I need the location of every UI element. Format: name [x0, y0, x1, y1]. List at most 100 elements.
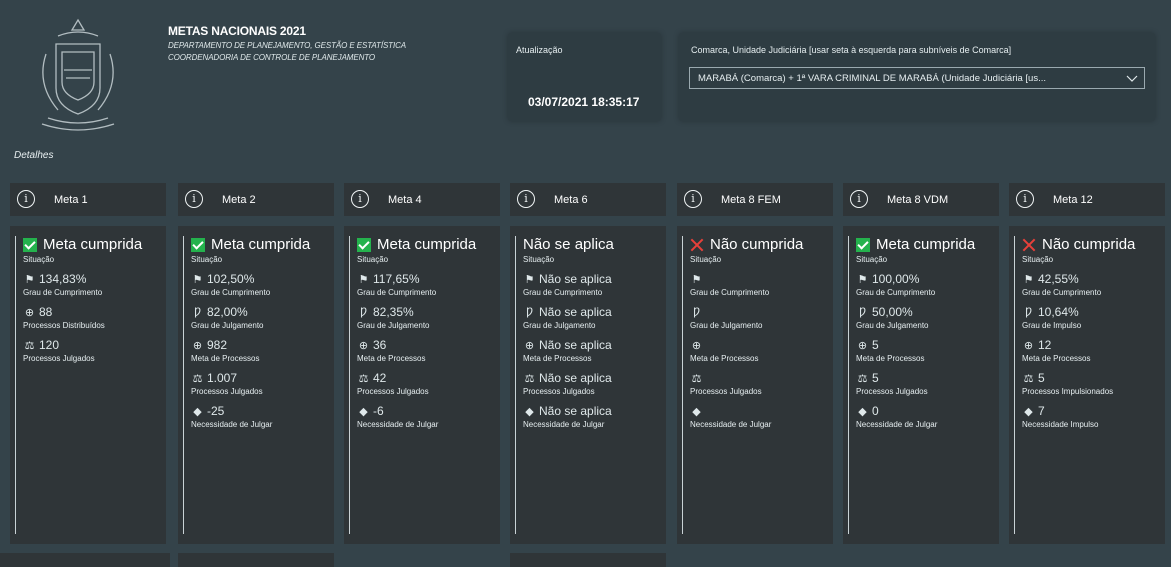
details-link[interactable]: Detalhes [14, 150, 53, 161]
gavel-icon: ⚖ [691, 372, 702, 385]
card-content: Meta cumprida Situação ⚑ 117,65% Grau de Cum… [349, 236, 496, 534]
kpi-value-row: Ƿ 50,00% [856, 304, 995, 320]
meta-card-1: Meta cumprida Situação ⚑ 102,50% Grau de Cum… [178, 226, 334, 544]
kpi-item: ⚖ Processos Julgados [690, 370, 829, 397]
kpi-label: Grau de Julgamento [523, 321, 596, 330]
kpi-item: ⚖ Não se aplica Processos Julgados [523, 370, 662, 396]
meta-card-6: Não cumprida Situação ⚑ 42,55% Grau de Cumpr… [1009, 226, 1165, 544]
dropdown-selected-value: MARABÁ (Comarca) + 1ª VARA CRIMINAL DE M… [698, 73, 1046, 84]
kpi-value-row: Ƿ Não se aplica [523, 304, 662, 320]
situation-label: Situação [523, 255, 555, 264]
kpi-value-row: Ƿ 10,64% [1022, 304, 1161, 320]
meta-header-0[interactable]: i Meta 1 [10, 183, 166, 216]
kpi-value: 100,00% [872, 272, 920, 286]
kpi-value-row: ⊕ [690, 337, 829, 353]
diamond-icon: ◆ [525, 405, 534, 418]
kpi-item: ⚖ 42 Processos Julgados [357, 370, 496, 396]
kpi-label: Grau de Cumprimento [23, 288, 103, 297]
kpi-value: 117,65% [373, 272, 420, 286]
kpi-value-row: ⚑ 134,83% [23, 271, 162, 287]
situation-label: Situação [191, 255, 223, 264]
kpi-label: Grau de Julgamento [690, 321, 763, 330]
meta-header-4[interactable]: i Meta 8 FEM [677, 183, 833, 216]
info-icon[interactable]: i [850, 190, 868, 208]
globe-icon: ⊕ [857, 339, 868, 352]
meta-header-5[interactable]: i Meta 8 VDM [843, 183, 999, 216]
meta-title: Meta 12 [1053, 194, 1093, 206]
meta-header-1[interactable]: i Meta 2 [178, 183, 334, 216]
kpi-value-row: ⚖ 5 [856, 370, 995, 386]
p-icon: Ƿ [360, 306, 367, 318]
info-icon[interactable]: i [17, 190, 35, 208]
kpi-value: 82,35% [373, 305, 414, 319]
kpi-value: 42 [373, 371, 387, 385]
kpi-label: Meta de Processos [1022, 354, 1091, 363]
kpi-item: ⚖ 5 Processos Impulsionados [1022, 370, 1161, 396]
info-icon[interactable]: i [1016, 190, 1034, 208]
chevron-down-icon[interactable] [1126, 72, 1138, 84]
kpi-item: Ƿ 82,35% Grau de Julgamento [357, 304, 496, 330]
kpi-value-row: ⊕ 982 [191, 337, 330, 353]
kpi-label: Grau de Cumprimento [690, 288, 770, 297]
kpi-value: Não se aplica [539, 338, 612, 352]
p-icon: Ƿ [194, 306, 201, 318]
kpi-item: ⚑ 134,83% Grau de Cumprimento [23, 271, 162, 297]
kpi-label: Grau de Cumprimento [523, 288, 603, 297]
info-icon[interactable]: i [351, 190, 369, 208]
flag-icon: ⚑ [691, 273, 702, 286]
update-timestamp: 03/07/2021 18:35:17 [528, 95, 640, 109]
situation-value: Não cumprida [1022, 236, 1161, 253]
kpi-value-row: ⊕ 12 [1022, 337, 1161, 353]
kpi-label: Grau de Cumprimento [856, 288, 936, 297]
info-icon[interactable]: i [517, 190, 535, 208]
kpi-label: Processos Julgados [23, 354, 95, 363]
card-content: Meta cumprida Situação ⚑ 100,00% Grau de Cum… [848, 236, 995, 534]
info-icon[interactable]: i [185, 190, 203, 208]
kpi-item: Ƿ 82,00% Grau de Julgamento [191, 304, 330, 330]
title-block: METAS NACIONAIS 2021 DEPARTAMENTO DE PLA… [168, 24, 406, 62]
kpi-item: Ƿ Não se aplica Grau de Julgamento [523, 304, 662, 330]
kpi-label: Necessidade de Julgar [856, 420, 938, 429]
gavel-icon: ⚖ [524, 372, 535, 385]
meta-card-2: Meta cumprida Situação ⚑ 117,65% Grau de Cum… [344, 226, 500, 544]
kpi-value: 42,55% [1038, 272, 1079, 286]
meta-header-3[interactable]: i Meta 6 [510, 183, 666, 216]
kpi-value: 10,64% [1038, 305, 1079, 319]
gavel-icon: ⚖ [1023, 372, 1034, 385]
cross-icon [1022, 238, 1036, 252]
kpi-item: ⊕ 12 Meta de Processos [1022, 337, 1161, 363]
kpi-item: ⊕ Meta de Processos [690, 337, 829, 364]
coordination-subtitle: COORDENADORIA DE CONTROLE DE PLANEJAMENT… [168, 53, 376, 62]
flag-icon: ⚑ [24, 273, 35, 286]
kpi-label: Processos Julgados [191, 387, 263, 396]
kpi-label: Necessidade de Julgar [191, 420, 273, 429]
kpi-value-row: ⚑ 117,65% [357, 271, 496, 287]
kpi-label: Grau de Impulso [1022, 321, 1082, 330]
kpi-value-row: ⊕ Não se aplica [523, 337, 662, 353]
meta-header-2[interactable]: i Meta 4 [344, 183, 500, 216]
card-content: Não cumprida Situação ⚑ Grau de Cumprimento… [682, 236, 829, 534]
meta-header-6[interactable]: i Meta 12 [1009, 183, 1165, 216]
kpi-value-row: ⚖ [690, 370, 829, 386]
update-label: Atualização [516, 45, 563, 55]
card-stub [0, 553, 170, 567]
p-icon: Ƿ [693, 306, 700, 318]
cross-icon [690, 238, 704, 252]
kpi-value-row: ⚖ 120 [23, 337, 162, 353]
comarca-dropdown[interactable]: MARABÁ (Comarca) + 1ª VARA CRIMINAL DE M… [689, 67, 1145, 89]
info-icon[interactable]: i [684, 190, 702, 208]
kpi-item: ⊕ Não se aplica Meta de Processos [523, 337, 662, 363]
kpi-item: ⚑ 117,65% Grau de Cumprimento [357, 271, 496, 297]
meta-title: Meta 6 [554, 194, 588, 206]
kpi-item: ⚖ 5 Processos Julgados [856, 370, 995, 396]
situation-label: Situação [23, 255, 55, 264]
kpi-value: Não se aplica [539, 404, 612, 418]
p-icon: Ƿ [1025, 306, 1032, 318]
kpi-item: Ƿ 50,00% Grau de Julgamento [856, 304, 995, 330]
kpi-label: Processos Julgados [690, 387, 762, 396]
meta-card-3: Não se aplica Situação ⚑ Não se aplica Grau … [510, 226, 666, 544]
kpi-value: Não se aplica [539, 371, 612, 385]
gavel-icon: ⚖ [358, 372, 369, 385]
kpi-value-row: ⚑ [690, 271, 829, 287]
kpi-item: ◆ -6 Necessidade de Julgar [357, 403, 496, 429]
